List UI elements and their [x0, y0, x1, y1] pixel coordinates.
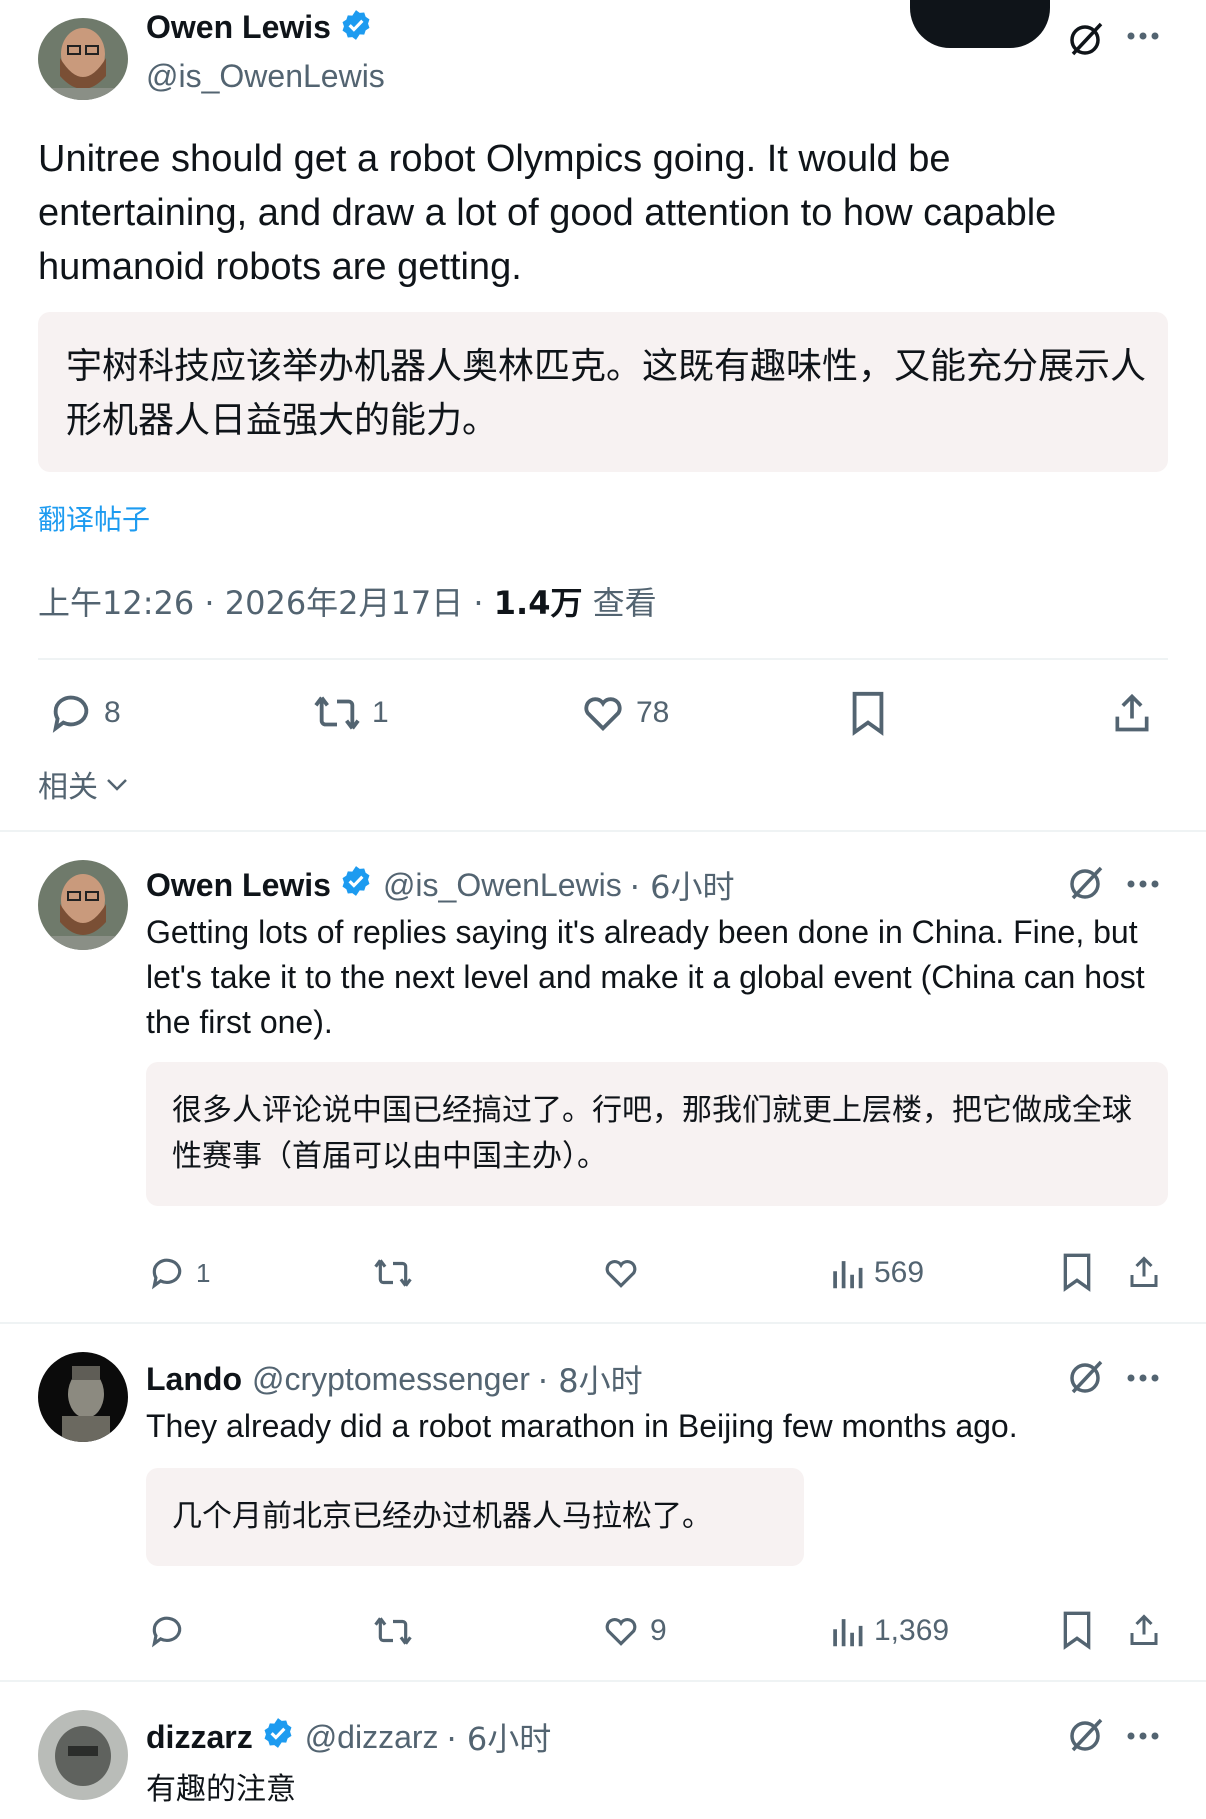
author-row: Owen Lewis [146, 8, 373, 47]
verified-badge-icon [261, 1716, 295, 1758]
share-button[interactable] [1126, 1252, 1162, 1292]
post-text: Unitree should get a robot Olympics goin… [38, 138, 1057, 288]
author-name[interactable]: Owen Lewis [146, 9, 331, 46]
bookmark-button[interactable] [1060, 1252, 1094, 1292]
views-count: 1.4万 [493, 584, 583, 622]
bookmark-icon [1063, 1253, 1091, 1292]
reply-button[interactable]: 8 [48, 690, 121, 736]
author-handle[interactable]: @is_OwenLewis [146, 58, 385, 95]
like-button[interactable]: 78 [580, 690, 669, 736]
grok-icon[interactable] [1065, 18, 1105, 58]
bookmark-icon [1063, 1611, 1091, 1650]
reply-button[interactable]: 1 [148, 1254, 210, 1292]
repost-count: 1 [372, 696, 389, 729]
like-icon [605, 1260, 637, 1288]
author-handle[interactable]: @dizzarz [305, 1719, 439, 1756]
share-button[interactable] [1126, 1610, 1162, 1650]
views-icon [833, 1619, 863, 1647]
reply-time[interactable]: · 6小时 [630, 862, 735, 908]
like-icon [584, 697, 622, 732]
like-button[interactable] [602, 1254, 640, 1292]
post-meta: 上午12:26 · 2026年2月17日 · 1.4万 查看 [38, 578, 657, 624]
reply-time[interactable]: · 8小时 [538, 1356, 643, 1402]
avatar[interactable] [38, 18, 128, 100]
grok-icon[interactable] [1065, 1356, 1105, 1396]
reply-button[interactable] [148, 1612, 186, 1650]
author-name[interactable]: dizzarz [146, 1719, 253, 1756]
translation-text: 很多人评论说中国已经搞过了。行吧，那我们就更上层楼，把它做成全球性赛事（首届可以… [172, 1093, 1132, 1174]
chevron-down-icon [107, 779, 127, 791]
grok-icon[interactable] [1065, 862, 1105, 902]
views-icon [833, 1261, 863, 1289]
reply-header: dizzarz @dizzarz · 6小时 [146, 1714, 551, 1760]
reply-icon [52, 695, 89, 733]
repost-icon [314, 696, 360, 730]
bookmark-button[interactable] [848, 690, 888, 736]
repost-button[interactable] [372, 1254, 414, 1292]
author-name[interactable]: Owen Lewis [146, 867, 331, 904]
repost-icon [374, 1259, 412, 1287]
reply-icon [151, 1258, 182, 1290]
author-name[interactable]: Lando [146, 1361, 242, 1398]
redacted-shape [910, 0, 1050, 48]
views-label: 查看 [592, 584, 657, 622]
related-toggle[interactable]: 相关 [38, 762, 130, 806]
avatar[interactable] [38, 860, 128, 950]
related-label: 相关 [38, 770, 98, 805]
translate-link[interactable]: 翻译帖子 [38, 498, 150, 538]
more-icon[interactable] [1125, 878, 1161, 890]
reply-text: Getting lots of replies saying it's alre… [146, 914, 1145, 1040]
translation-box: 宇树科技应该举办机器人奥林匹克。这既有趣味性，又能充分展示人形机器人日益强大的能… [38, 312, 1168, 472]
avatar[interactable] [38, 1352, 128, 1442]
repost-button[interactable] [372, 1612, 414, 1650]
views-button[interactable]: 569 [830, 1254, 924, 1292]
reply-icon [151, 1616, 182, 1648]
grok-icon[interactable] [1065, 1714, 1105, 1754]
more-icon[interactable] [1125, 1372, 1161, 1384]
like-icon [605, 1618, 637, 1646]
reply-header: Owen Lewis @is_OwenLewis · 6小时 [146, 862, 734, 908]
reply-text: They already did a robot marathon in Bei… [146, 1408, 1018, 1444]
views-count: 1,369 [874, 1614, 950, 1647]
divider [38, 658, 1168, 660]
avatar[interactable] [38, 1710, 128, 1800]
translation-box: 几个月前北京已经办过机器人马拉松了。 [146, 1468, 804, 1566]
like-count: 78 [636, 696, 670, 729]
verified-badge-icon [339, 8, 373, 47]
post-time[interactable]: 上午12:26 · 2026年2月17日 · [38, 584, 494, 622]
like-count: 9 [650, 1614, 667, 1647]
divider [0, 1680, 1206, 1682]
divider [0, 1322, 1206, 1324]
bookmark-button[interactable] [1060, 1610, 1094, 1650]
reply-time[interactable]: · 6小时 [447, 1714, 552, 1760]
share-button[interactable] [1110, 690, 1154, 736]
reply-count: 8 [104, 696, 121, 729]
like-button[interactable]: 9 [602, 1612, 667, 1650]
repost-icon [374, 1617, 412, 1645]
divider [0, 830, 1206, 832]
views-button[interactable]: 1,369 [830, 1612, 949, 1650]
author-handle[interactable]: @cryptomessenger [252, 1361, 530, 1398]
reply-text: 有趣的注意 [146, 1772, 296, 1807]
share-icon [1115, 693, 1149, 732]
author-handle[interactable]: @is_OwenLewis [383, 867, 622, 904]
repost-button[interactable]: 1 [312, 690, 389, 736]
bookmark-icon [852, 691, 884, 736]
reply-header: Lando @cryptomessenger · 8小时 [146, 1356, 643, 1402]
views-count: 569 [874, 1256, 925, 1289]
more-icon[interactable] [1125, 1730, 1161, 1742]
translation-text: 宇树科技应该举办机器人奥林匹克。这既有趣味性，又能充分展示人形机器人日益强大的能… [66, 346, 1147, 441]
verified-badge-icon [339, 864, 373, 906]
share-icon [1130, 1614, 1158, 1645]
share-icon [1130, 1256, 1158, 1287]
translation-box: 很多人评论说中国已经搞过了。行吧，那我们就更上层楼，把它做成全球性赛事（首届可以… [146, 1062, 1168, 1206]
translation-text: 几个月前北京已经办过机器人马拉松了。 [172, 1499, 712, 1534]
more-icon[interactable] [1125, 30, 1161, 42]
reply-count: 1 [196, 1257, 211, 1288]
